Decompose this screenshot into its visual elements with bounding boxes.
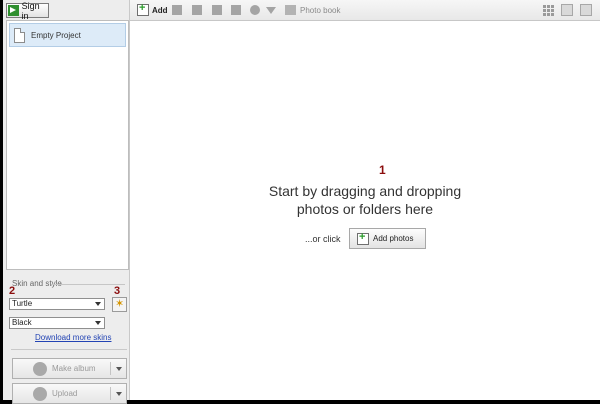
step-number-3: 3 xyxy=(114,285,121,297)
upload-icon xyxy=(33,386,47,401)
sidebar: Sign in Empty Project Skin and style 2 3… xyxy=(3,0,130,404)
headline-line-1: Start by dragging and dropping xyxy=(268,183,462,199)
chevron-down-icon[interactable] xyxy=(116,367,122,371)
step-number-2: 2 xyxy=(9,285,16,297)
effects-button[interactable] xyxy=(112,297,127,312)
rotate-right-icon[interactable] xyxy=(192,5,202,15)
style-select-value: Black xyxy=(12,318,32,327)
chevron-down-icon xyxy=(95,302,101,306)
document-icon xyxy=(14,27,25,43)
photo-book-icon[interactable] xyxy=(285,5,296,15)
app-window: Sign in Empty Project Skin and style 2 3… xyxy=(3,0,600,404)
brush-icon[interactable] xyxy=(561,4,573,16)
skin-select-value: Turtle xyxy=(12,299,33,308)
sign-in-arrow-icon xyxy=(8,5,19,16)
add-photos-label: Add photos xyxy=(373,234,414,243)
step-number-1: 1 xyxy=(379,163,386,177)
circle-icon[interactable] xyxy=(250,5,260,15)
make-album-button[interactable]: Make album xyxy=(12,358,127,379)
settings-icon[interactable] xyxy=(580,4,592,16)
toolbar: Add Photo book xyxy=(130,0,600,21)
headline-line-2: photos or folders here xyxy=(296,201,434,217)
split-divider xyxy=(110,362,111,375)
drop-zone[interactable]: 1 Start by dragging and dropping photos … xyxy=(130,21,600,400)
filter-icon[interactable] xyxy=(266,7,276,14)
divider xyxy=(11,349,127,350)
album-icon xyxy=(33,361,47,376)
rotate-left-icon[interactable] xyxy=(172,5,182,15)
add-button[interactable]: Add xyxy=(152,6,168,15)
drop-instructions: Start by dragging and dropping photos or… xyxy=(130,182,600,218)
upload-label: Upload xyxy=(52,389,78,398)
edit-icon[interactable] xyxy=(212,5,222,15)
download-skins-link[interactable]: Download more skins xyxy=(35,333,111,342)
add-icon[interactable] xyxy=(137,2,149,16)
chevron-down-icon xyxy=(95,321,101,325)
pin-icon[interactable] xyxy=(231,5,241,15)
split-divider xyxy=(110,387,111,400)
project-item[interactable]: Empty Project xyxy=(9,23,126,47)
sign-in-label: Sign in xyxy=(21,0,40,21)
project-item-label: Empty Project xyxy=(31,30,81,40)
make-album-label: Make album xyxy=(52,364,96,373)
add-photos-icon xyxy=(357,231,369,245)
upload-button[interactable]: Upload xyxy=(12,383,127,404)
chevron-down-icon[interactable] xyxy=(116,392,122,396)
photo-book-button[interactable]: Photo book xyxy=(300,6,340,15)
or-click-text: ...or click xyxy=(305,234,341,244)
sign-in-button[interactable]: Sign in xyxy=(6,0,49,21)
skin-select[interactable]: Turtle xyxy=(9,298,105,310)
grid-view-icon[interactable] xyxy=(543,5,554,16)
style-select[interactable]: Black xyxy=(9,317,105,329)
project-list[interactable]: Empty Project xyxy=(6,20,129,270)
add-photos-button[interactable]: Add photos xyxy=(349,228,426,249)
